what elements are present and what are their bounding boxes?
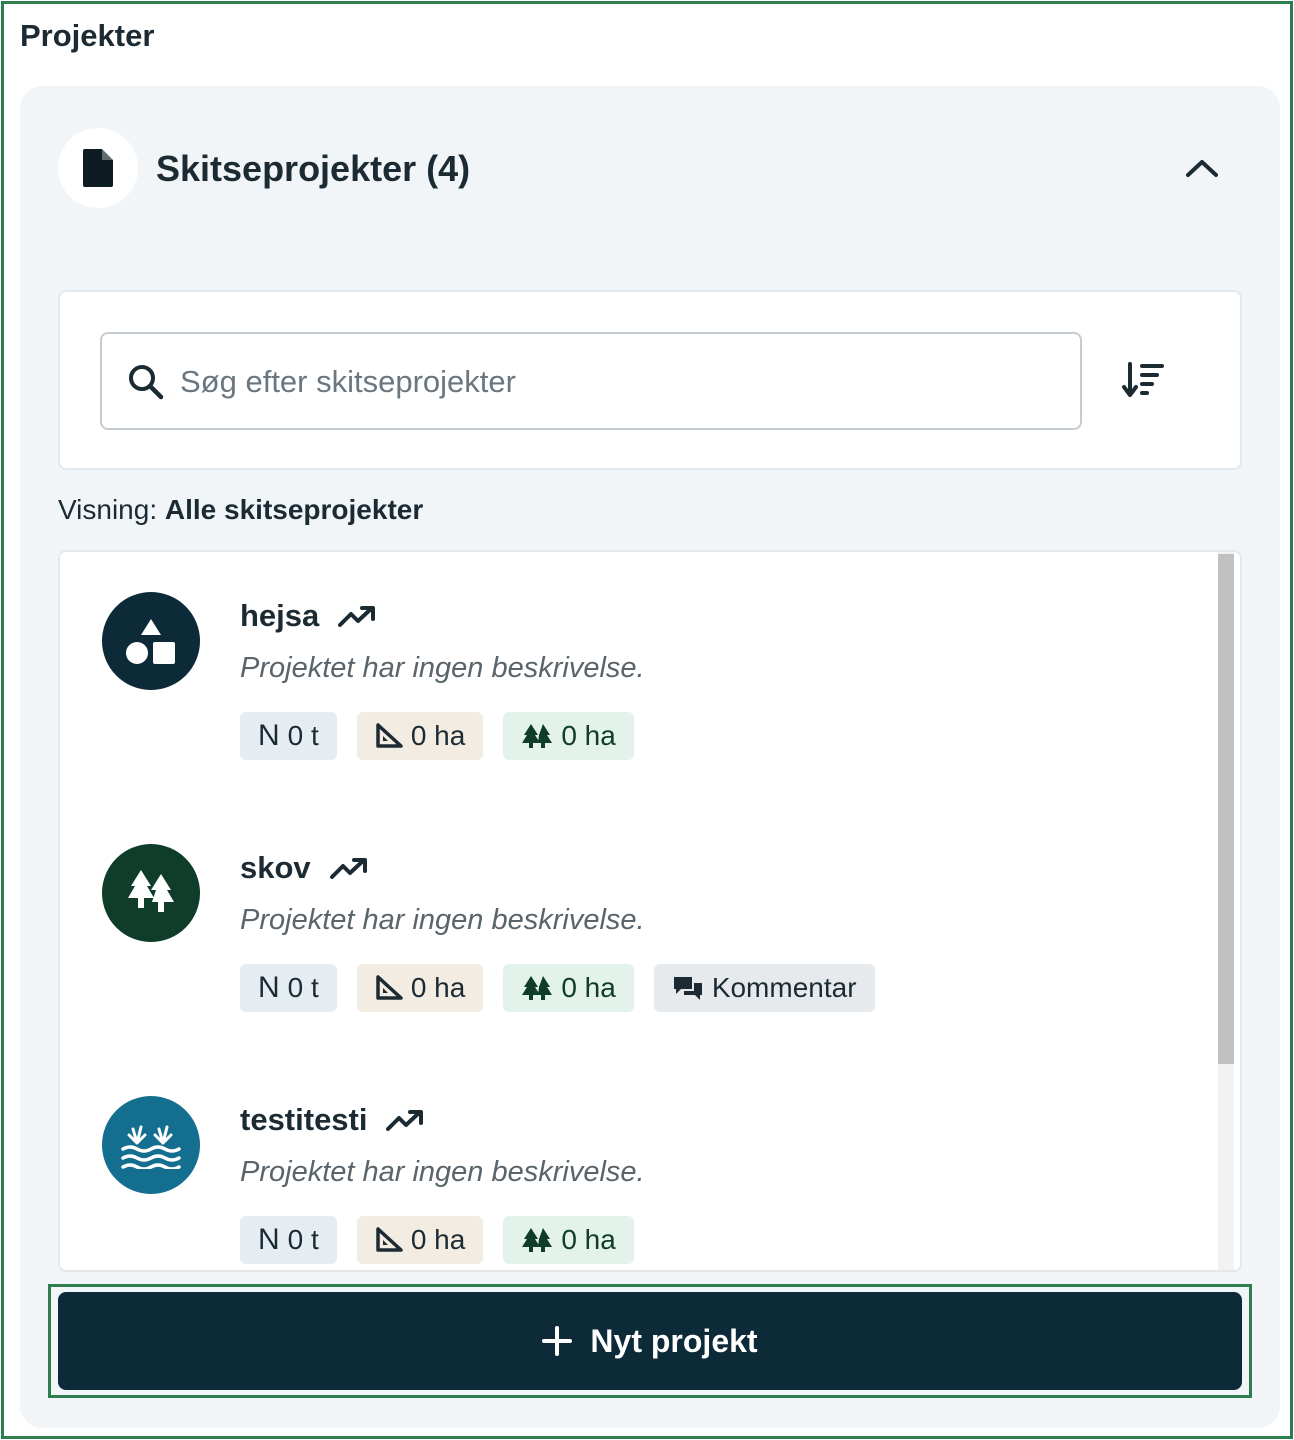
projects-panel: Skitseprojekter (4) Søg efter skitseproj… xyxy=(20,86,1280,1428)
plus-icon xyxy=(542,1326,573,1356)
nitrogen-value: 0 t xyxy=(287,720,319,751)
nitrogen-letter: N xyxy=(258,719,280,752)
wetland-icon xyxy=(102,1096,200,1194)
area-chip: 0 ha xyxy=(356,1216,484,1264)
trees-icon xyxy=(522,1228,553,1252)
project-stats: N 0 t 0 ha xyxy=(240,964,875,1012)
section-header: Skitseprojekter (4) xyxy=(58,128,1242,208)
trending-up-icon xyxy=(329,856,369,880)
trending-up-icon xyxy=(337,604,377,628)
project-name: hejsa xyxy=(240,598,320,633)
forest-value: 0 ha xyxy=(561,1224,616,1255)
scrollbar-thumb[interactable] xyxy=(1218,554,1234,1064)
project-item-testitesti[interactable]: testitesti Projektet har ingen beskrivel… xyxy=(100,1056,1200,1264)
trees-icon xyxy=(522,976,553,1000)
ruler-triangle-icon xyxy=(376,975,403,1000)
nitrogen-chip: N 0 t xyxy=(240,1216,337,1264)
trending-up-icon xyxy=(385,1108,425,1132)
sort-descending-icon xyxy=(1122,362,1164,397)
nitrogen-value: 0 t xyxy=(287,1224,319,1255)
sort-button[interactable] xyxy=(1122,360,1168,400)
new-project-button[interactable]: Nyt projekt xyxy=(58,1292,1242,1390)
nitrogen-letter: N xyxy=(258,971,280,1004)
app-frame: Projekter Skitseprojekter (4) Søg efter … xyxy=(1,1,1293,1439)
section-title: Skitseprojekter (4) xyxy=(156,148,471,189)
chevron-up-icon xyxy=(1186,160,1218,177)
forest-chip: 0 ha xyxy=(503,712,634,760)
ruler-triangle-icon xyxy=(376,1227,403,1252)
project-list: hejsa Projektet har ingen beskrivelse. N… xyxy=(58,550,1242,1272)
nitrogen-chip: N 0 t xyxy=(240,964,337,1012)
area-chip: 0 ha xyxy=(356,964,484,1012)
trees-icon xyxy=(102,844,200,942)
view-value: Alle skitseprojekter xyxy=(164,494,424,525)
new-project-label: Nyt projekt xyxy=(590,1322,758,1359)
nitrogen-value: 0 t xyxy=(287,972,319,1003)
search-input[interactable] xyxy=(180,354,1060,410)
forest-value: 0 ha xyxy=(561,972,616,1003)
area-value: 0 ha xyxy=(410,720,466,751)
project-item-hejsa[interactable]: hejsa Projektet har ingen beskrivelse. N… xyxy=(100,552,1200,760)
view-prefix: Visning: xyxy=(58,494,158,525)
collapse-button[interactable] xyxy=(1182,148,1222,188)
project-description: Projektet har ingen beskrivelse. xyxy=(240,652,645,684)
forest-value: 0 ha xyxy=(561,720,616,751)
project-name: testitesti xyxy=(240,1102,368,1137)
ruler-triangle-icon xyxy=(376,723,403,748)
view-filter-label: Visning: Alle skitseprojekter xyxy=(58,494,423,526)
nitrogen-letter: N xyxy=(258,1223,280,1256)
forest-chip: 0 ha xyxy=(503,964,634,1012)
project-item-skov[interactable]: skov Projektet har ingen beskrivelse. N … xyxy=(100,804,1200,1012)
area-value: 0 ha xyxy=(410,972,466,1003)
area-value: 0 ha xyxy=(410,1224,466,1255)
project-stats: N 0 t 0 ha xyxy=(240,712,634,760)
comments-icon xyxy=(673,977,702,1000)
search-card xyxy=(58,290,1242,470)
comment-chip[interactable]: Kommentar xyxy=(653,964,875,1012)
page-title: Projekter xyxy=(20,18,155,53)
project-description: Projektet har ingen beskrivelse. xyxy=(240,1156,645,1188)
project-name: skov xyxy=(240,850,311,885)
area-chip: 0 ha xyxy=(356,712,484,760)
project-stats: N 0 t 0 ha xyxy=(240,1216,634,1264)
forest-chip: 0 ha xyxy=(503,1216,634,1264)
search-box[interactable] xyxy=(100,332,1082,430)
trees-icon xyxy=(522,724,553,748)
file-icon xyxy=(58,128,138,208)
list-scrollbar[interactable] xyxy=(1218,552,1234,1270)
nitrogen-chip: N 0 t xyxy=(240,712,337,760)
comment-label: Kommentar xyxy=(711,972,857,1003)
project-description: Projektet har ingen beskrivelse. xyxy=(240,904,645,936)
search-icon xyxy=(129,365,164,400)
shapes-icon xyxy=(102,592,200,690)
